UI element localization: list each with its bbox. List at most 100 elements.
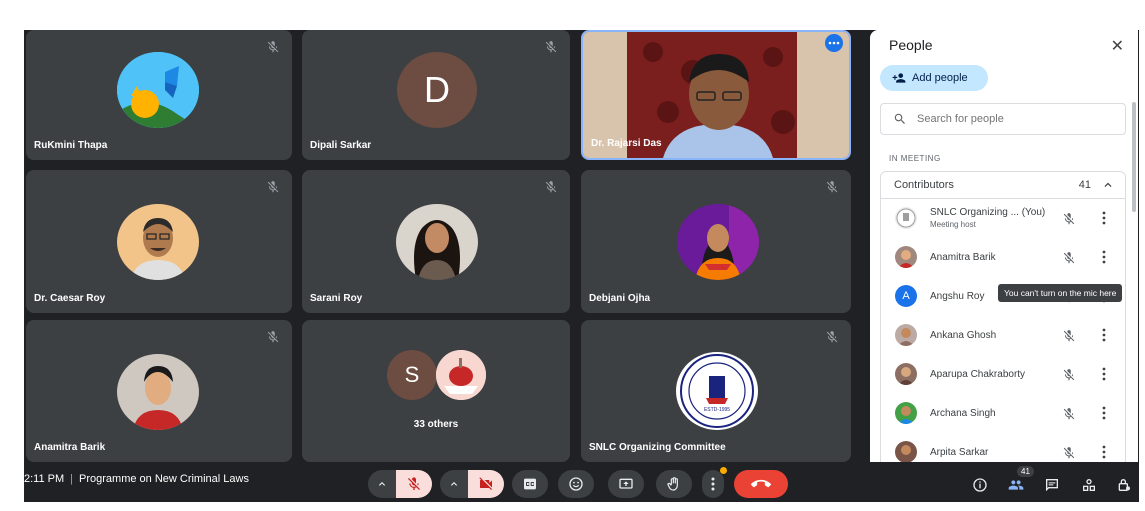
participant-tile[interactable]: Dr. Caesar Roy: [26, 170, 292, 313]
list-item[interactable]: Archana Singh: [881, 394, 1127, 433]
mic-off-icon: [545, 181, 557, 193]
camera-toggle-button[interactable]: [468, 470, 504, 498]
mic-off-icon: [1063, 252, 1075, 264]
contributors-header[interactable]: Contributors 41: [880, 171, 1126, 199]
participant-tile[interactable]: ESTD-1995 SNLC Organizing Committee: [581, 320, 851, 462]
avatar: D: [397, 52, 477, 128]
avatar: A: [895, 285, 917, 307]
participant-tile-others[interactable]: S 33 others: [302, 320, 570, 462]
avatar: [895, 363, 917, 385]
more-vert-icon[interactable]: [1100, 211, 1108, 225]
raise-hand-button[interactable]: [656, 470, 692, 498]
search-input[interactable]: [917, 113, 1097, 125]
present-screen-icon: [619, 478, 633, 489]
participant-name: Dr. Rajarsi Das: [591, 138, 662, 149]
mic-off-icon: [267, 181, 279, 193]
participant-name: RuKmini Thapa: [34, 140, 108, 151]
mic-tooltip: You can't turn on the mic here: [998, 284, 1123, 302]
list-item[interactable]: Arpita Sarkar: [881, 433, 1127, 462]
more-options-button[interactable]: [702, 467, 727, 498]
logo-text: ESTD-1995: [703, 407, 731, 413]
avatar: [117, 354, 199, 430]
participant-name: 33 others: [413, 419, 459, 430]
participant-tile[interactable]: Sarani Roy: [302, 170, 570, 313]
list-item[interactable]: SNLC Organizing ... (You) Meeting host: [881, 199, 1127, 238]
avatar: [677, 204, 759, 280]
college-logo: ESTD-1995: [676, 352, 758, 430]
mic-off-icon: [408, 477, 420, 490]
more-vert-icon: [711, 477, 715, 491]
audio-options-button[interactable]: [368, 470, 396, 498]
avatar: [895, 207, 917, 229]
mic-toggle-button[interactable]: [396, 470, 432, 498]
avatar: [895, 324, 917, 346]
participant-name: Anamitra Barik: [34, 442, 106, 453]
participant-tile[interactable]: RuKmini Thapa: [26, 30, 292, 160]
mic-off-icon: [826, 181, 838, 193]
captions-button[interactable]: [512, 470, 548, 498]
activities-icon[interactable]: [1081, 477, 1097, 493]
participant-tile[interactable]: D Dipali Sarkar: [302, 30, 570, 160]
avatar: [895, 441, 917, 462]
participant-tile[interactable]: Anamitra Barik: [26, 320, 292, 462]
participant-name: Dipali Sarkar: [310, 140, 372, 151]
hand-icon: [667, 477, 678, 491]
panel-title: People: [889, 37, 933, 53]
mic-off-icon: [1063, 369, 1075, 381]
avatar: [117, 204, 199, 280]
search-box[interactable]: [880, 103, 1126, 135]
more-options-icon[interactable]: [825, 34, 843, 52]
meeting-title: Programme on New Criminal Laws: [79, 473, 249, 485]
mic-off-icon: [545, 41, 557, 53]
mic-off-icon: [267, 331, 279, 343]
contributors-count: 41: [1078, 179, 1091, 191]
camera-off-icon: [479, 477, 492, 490]
mic-off-icon: [1063, 213, 1075, 225]
chevron-up-icon: [451, 482, 457, 486]
video-options-button[interactable]: [440, 470, 468, 498]
participant-tile[interactable]: Debjani Ojha: [581, 170, 851, 313]
search-icon: [894, 113, 905, 124]
people-icon[interactable]: [1008, 477, 1024, 493]
chat-icon[interactable]: [1044, 477, 1060, 493]
chevron-up-icon[interactable]: [1101, 178, 1115, 192]
participant-tile-active[interactable]: Dr. Rajarsi Das: [581, 30, 851, 160]
participant-name: SNLC Organizing Committee: [589, 442, 726, 453]
participant-name: Sarani Roy: [310, 293, 363, 304]
leave-call-button[interactable]: [734, 470, 788, 498]
avatar: [436, 350, 486, 400]
mic-off-icon: [1063, 330, 1075, 342]
section-label: IN MEETING: [889, 154, 941, 163]
more-vert-icon[interactable]: [1100, 328, 1108, 342]
mic-off-icon: [826, 331, 838, 343]
more-vert-icon[interactable]: [1100, 445, 1108, 459]
more-vert-icon[interactable]: [1100, 406, 1108, 420]
avatar: [895, 402, 917, 424]
meeting-info: 2:11 PM | Programme on New Criminal Laws: [24, 473, 249, 485]
close-icon[interactable]: ✕: [1111, 36, 1124, 56]
participant-name: Debjani Ojha: [589, 293, 651, 304]
present-button[interactable]: [608, 470, 644, 498]
mic-off-icon: [267, 41, 279, 53]
chevron-up-icon: [379, 482, 385, 486]
people-panel: People ✕ Add people IN MEETING Contribut…: [870, 30, 1138, 462]
scrollbar[interactable]: [1132, 102, 1136, 212]
list-item[interactable]: Aparupa Chakraborty: [881, 355, 1127, 394]
more-vert-icon[interactable]: [1100, 367, 1108, 381]
participant-list: SNLC Organizing ... (You) Meeting host A…: [880, 199, 1126, 462]
add-people-button[interactable]: Add people: [880, 65, 988, 91]
emoji-icon: [569, 477, 583, 491]
people-count-badge: 41: [1017, 466, 1034, 477]
info-icon[interactable]: [972, 477, 988, 493]
avatar: [117, 52, 199, 128]
list-item[interactable]: Anamitra Barik: [881, 238, 1127, 277]
more-vert-icon[interactable]: [1100, 250, 1108, 264]
reactions-button[interactable]: [558, 470, 594, 498]
add-person-icon: [892, 73, 906, 83]
avatar: S: [387, 350, 437, 400]
list-item[interactable]: Ankana Ghosh: [881, 316, 1127, 355]
host-controls-icon[interactable]: [1116, 477, 1132, 493]
control-bar: 2:11 PM | Programme on New Criminal Laws 4…: [24, 462, 1139, 502]
avatar: [895, 246, 917, 268]
notification-dot: [720, 467, 727, 474]
